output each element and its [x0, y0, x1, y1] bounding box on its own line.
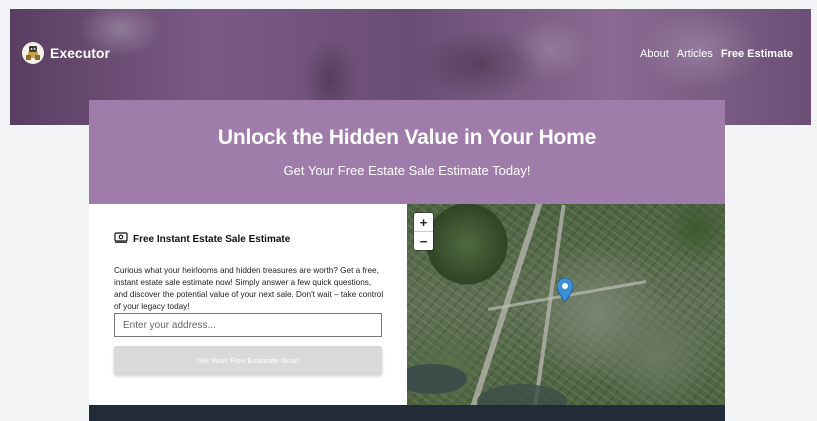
brand-name: Executor	[50, 45, 110, 61]
money-icon	[114, 230, 128, 248]
map-water	[477, 384, 567, 405]
page-subtitle: Get Your Free Estate Sale Estimate Today…	[283, 163, 531, 178]
zoom-out-button[interactable]: −	[414, 231, 433, 250]
brand[interactable]: Executor	[22, 42, 110, 64]
nav-link-free-estimate[interactable]: Free Estimate	[721, 48, 793, 60]
footer-bar	[89, 405, 725, 421]
page-frame: Executor About Articles Free Estimate Un…	[10, 9, 811, 421]
map-water	[407, 364, 467, 394]
address-input[interactable]	[114, 313, 382, 337]
map-marker-icon[interactable]	[556, 277, 574, 307]
zoom-in-button[interactable]: +	[414, 213, 433, 231]
nav-link-about[interactable]: About	[640, 48, 669, 60]
main-nav: About Articles Free Estimate	[640, 48, 793, 60]
form-title: Free Instant Estate Sale Estimate	[133, 233, 291, 245]
map-zoom-controls: + −	[414, 213, 433, 250]
get-estimate-button[interactable]: Get Your Free Estimate Now!	[114, 346, 382, 374]
page-title: Unlock the Hidden Value in Your Home	[217, 126, 597, 149]
hero-banner: Unlock the Hidden Value in Your Home Get…	[89, 100, 725, 204]
form-description: Curious what your heirlooms and hidden t…	[114, 266, 384, 312]
estimate-form-card: Free Instant Estate Sale Estimate Curiou…	[89, 204, 407, 405]
form-heading: Free Instant Estate Sale Estimate	[114, 230, 290, 248]
executor-logo-icon	[22, 42, 44, 64]
nav-link-articles[interactable]: Articles	[677, 48, 713, 60]
satellite-map[interactable]: + −	[407, 204, 725, 405]
